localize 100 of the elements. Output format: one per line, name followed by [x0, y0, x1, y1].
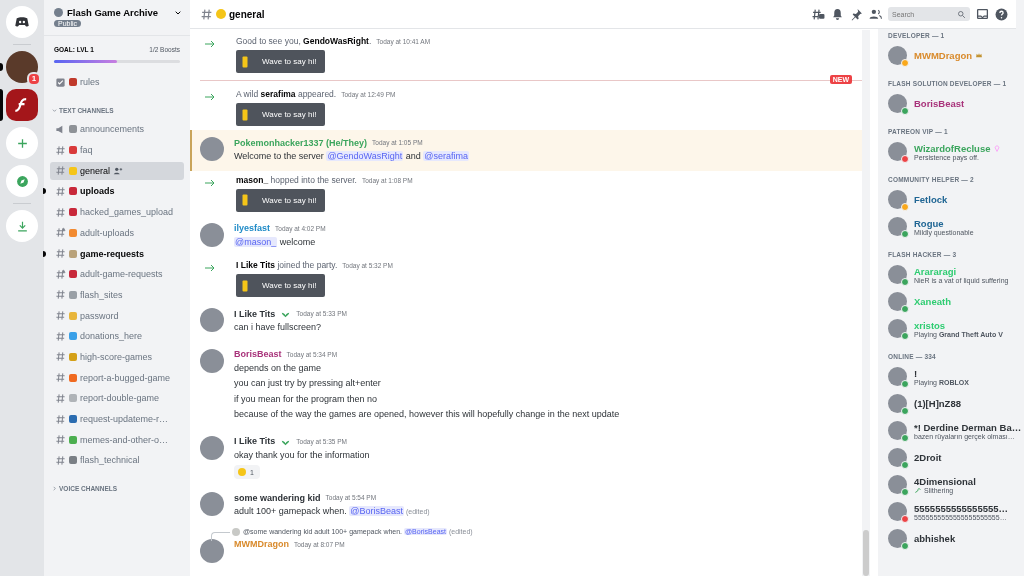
author-name[interactable]: ilyesfast	[234, 223, 271, 233]
member-name: Xaneath	[914, 296, 951, 307]
channel-item[interactable]: high-score-games	[50, 347, 184, 366]
channel-title: general	[229, 8, 265, 20]
member-name: Fetlock	[914, 194, 948, 205]
notification-badge: 1	[27, 72, 41, 86]
explore-button[interactable]	[6, 165, 38, 197]
hash-icon	[55, 310, 66, 322]
channel-item[interactable]: memes-and-other-o…	[50, 430, 184, 449]
hash-icon	[55, 372, 66, 384]
avatar	[200, 222, 224, 247]
member-item[interactable]: 2Droit	[888, 444, 1024, 471]
author-name[interactable]: I Like Tits	[234, 436, 276, 446]
avatar	[200, 492, 224, 516]
channel-item[interactable]: rules	[50, 73, 184, 91]
mention-link[interactable]: @serafima	[423, 151, 469, 161]
scrollbar-thumb[interactable]	[863, 530, 869, 576]
help-icon[interactable]	[995, 7, 1008, 21]
member-name: 2Droit	[914, 452, 942, 463]
channel-item[interactable]: general	[50, 161, 184, 180]
server-name[interactable]: Flash Game Archive	[67, 7, 170, 18]
hash-icon	[55, 165, 66, 177]
caret-icon	[52, 486, 57, 492]
sticker-icon	[242, 54, 248, 69]
sticker-icon	[242, 278, 248, 293]
plus-icon	[15, 136, 29, 150]
avatar	[232, 527, 240, 536]
author-name[interactable]: MWMDragon	[234, 539, 289, 549]
hash-icon	[55, 144, 66, 156]
wave-button[interactable]: Wave to say hi!	[236, 103, 325, 126]
caret-icon	[52, 107, 57, 113]
author-name[interactable]: Pokemonhacker1337 (He/They)	[234, 137, 368, 148]
arrow-right-icon	[204, 92, 216, 102]
member-item[interactable]: abhishek	[888, 525, 1024, 552]
hash-icon	[55, 434, 66, 446]
message-text: @mason_ welcome	[234, 235, 317, 249]
hash-icon	[55, 289, 66, 301]
hash-icon	[55, 351, 66, 363]
join-message: A wild serafima appeared.	[236, 89, 337, 99]
author-name[interactable]: I Like Tits	[234, 308, 276, 319]
member-name: abhishek	[914, 533, 956, 544]
mention-link[interactable]: @BorisBeast	[349, 506, 404, 516]
mention-link[interactable]: @mason_	[234, 236, 278, 247]
message-text: can i have fullscreen?	[234, 321, 323, 334]
member-name: Rogue	[914, 217, 944, 229]
wave-button[interactable]: Wave to say hi!	[236, 274, 325, 297]
message-text: depends on the game	[234, 361, 323, 375]
download-icon	[15, 219, 29, 233]
join-message: mason_ hopped into the server.	[236, 174, 357, 185]
member-name: BorisBeast	[914, 98, 965, 109]
selection-pill	[0, 63, 3, 71]
avatar	[200, 538, 224, 563]
member-item[interactable]: Fetlock	[888, 186, 1024, 213]
message-text: because of the way the games are opened, however this will hopefully change in the next update	[234, 408, 620, 421]
channel-item[interactable]: donations_here	[50, 327, 184, 346]
channel-item[interactable]: faq	[50, 141, 184, 160]
channel-item[interactable]: request-updateme-r…	[50, 410, 184, 428]
pin-icon[interactable]	[850, 7, 863, 21]
selection-pill	[0, 89, 3, 121]
wave-button[interactable]: Wave to say hi!	[236, 50, 325, 73]
channel-item[interactable]: announcements	[50, 120, 184, 139]
channel-item[interactable]: adult-uploads	[50, 223, 184, 242]
message-text: if you mean for the program then no	[234, 392, 379, 406]
author-name[interactable]: BorisBeast	[234, 349, 282, 359]
member-name: 5555555555555555…	[914, 502, 1009, 514]
avatar	[200, 435, 224, 460]
channel-item[interactable]: hacked_games_upload	[50, 203, 184, 222]
arrow-right-icon	[204, 263, 216, 273]
sticker-icon	[242, 107, 248, 122]
hash-icon	[55, 454, 66, 466]
server-icon	[54, 8, 63, 17]
bell-icon[interactable]	[831, 7, 844, 21]
channel-item[interactable]: uploads	[50, 182, 184, 201]
inbox-icon[interactable]	[976, 7, 989, 21]
compass-icon	[15, 174, 29, 188]
member-name: 4Dimensional	[914, 475, 976, 487]
channel-item[interactable]: game-requests	[50, 244, 184, 263]
threads-icon[interactable]	[812, 7, 825, 21]
channel-item[interactable]: report-a-bugged-game	[50, 368, 184, 387]
channel-item[interactable]: password	[50, 306, 184, 325]
channel-item[interactable]: adult-game-requests	[50, 265, 184, 284]
channel-item[interactable]: flash_technical	[50, 451, 184, 470]
author-name[interactable]: some wandering kid	[234, 492, 321, 503]
mention-link[interactable]: @GendoWasRight	[326, 151, 404, 161]
member-item[interactable]: MWMDragon	[888, 42, 1024, 69]
member-name: (1)[H]nZ88	[914, 398, 961, 409]
channel-item[interactable]: report-double-game	[50, 389, 184, 408]
member-item[interactable]: (1)[H]nZ88	[888, 390, 1024, 417]
members-icon[interactable]	[869, 7, 882, 21]
message-text: you can just try by pressing alt+enter	[234, 377, 382, 390]
channel-item[interactable]: flash_sites	[50, 285, 184, 304]
hash-icon	[55, 413, 66, 425]
wave-button[interactable]: Wave to say hi!	[236, 188, 325, 212]
add-member-icon[interactable]	[113, 165, 124, 176]
unread-pill	[43, 250, 46, 257]
home-button[interactable]	[6, 6, 38, 38]
search-icon	[957, 9, 966, 19]
hash-icon	[55, 330, 66, 342]
avatar	[200, 308, 224, 332]
member-item[interactable]: BorisBeast	[888, 90, 1024, 117]
